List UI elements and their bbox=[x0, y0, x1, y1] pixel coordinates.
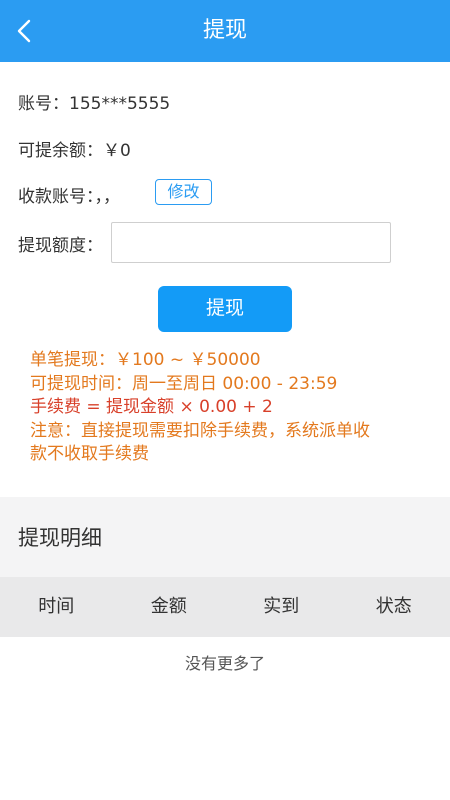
column-received: 实到 bbox=[263, 596, 300, 617]
edit-account-button[interactable]: 修改 bbox=[155, 179, 212, 205]
balance-row: 可提余额：￥0 bbox=[18, 136, 131, 161]
balance-value: ￥0 bbox=[103, 141, 131, 161]
column-status: 状态 bbox=[375, 596, 412, 617]
note-withdraw-time: 可提现时间：周一至周日 00:00 - 23:59 bbox=[30, 373, 338, 394]
page-title: 提现 bbox=[202, 18, 247, 43]
note-single-limit: 单笔提现：￥100 ~ ￥50000 bbox=[30, 350, 261, 370]
account-row: 账号：155***5555 bbox=[18, 89, 170, 114]
receive-account-label: 收款账号： bbox=[18, 187, 95, 207]
withdraw-notes: 单笔提现：￥100 ~ ￥50000 可提现时间：周一至周日 00:00 - 2… bbox=[30, 349, 430, 467]
note-attention: 注意：直接提现需要扣除手续费，系统派单收 款不收取手续费 bbox=[30, 420, 370, 465]
details-title: 提现明细 bbox=[18, 526, 102, 550]
empty-list-text: 没有更多了 bbox=[184, 654, 265, 673]
column-time: 时间 bbox=[38, 596, 75, 617]
withdraw-button[interactable]: 提现 bbox=[158, 286, 292, 332]
amount-label: 提现额度： bbox=[18, 236, 103, 256]
note-fee: 手续费 = 提现金额 × 0.00 + 2 bbox=[30, 397, 273, 417]
account-value: 155***5555 bbox=[69, 94, 171, 114]
amount-input[interactable] bbox=[111, 222, 391, 263]
receive-account-row: 收款账号：，， bbox=[18, 182, 120, 207]
balance-label: 可提余额： bbox=[18, 141, 103, 161]
top-bar: 提现 bbox=[0, 0, 450, 62]
details-table-header: 时间 金额 实到 状态 bbox=[0, 577, 450, 637]
receive-account-value: ，， bbox=[94, 187, 121, 207]
column-amount: 金额 bbox=[150, 596, 187, 617]
account-label: 账号： bbox=[18, 94, 69, 114]
